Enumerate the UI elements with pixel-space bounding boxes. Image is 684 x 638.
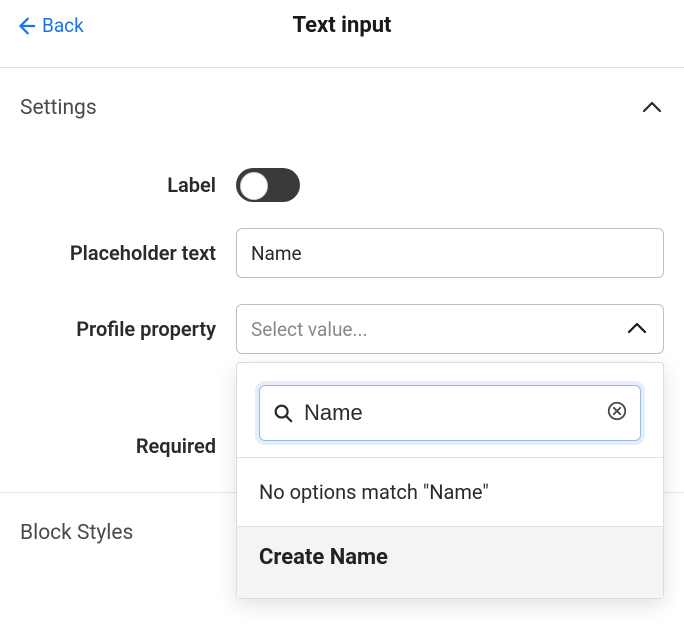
- chevron-up-icon: [625, 317, 649, 341]
- search-icon: [272, 402, 294, 424]
- chevron-up-icon: [640, 96, 664, 120]
- label-toggle[interactable]: [236, 168, 300, 202]
- dropdown-search[interactable]: [259, 385, 641, 441]
- row-label: Label: [20, 168, 664, 202]
- row-profile-property: Profile property Select value...: [20, 304, 664, 354]
- placeholder-value: Name: [251, 242, 302, 265]
- profile-property-select[interactable]: Select value...: [236, 304, 664, 354]
- settings-title: Settings: [20, 96, 97, 120]
- create-option[interactable]: Create Name: [237, 527, 663, 598]
- placeholder-label: Placeholder text: [20, 241, 236, 265]
- no-options-message: No options match "Name": [237, 458, 663, 527]
- label-label: Label: [20, 173, 236, 197]
- page-title: Text input: [293, 13, 392, 38]
- profile-property-label: Profile property: [20, 317, 236, 341]
- header: Back Text input: [0, 0, 684, 68]
- back-label: Back: [42, 14, 84, 37]
- profile-property-placeholder: Select value...: [251, 318, 368, 341]
- profile-property-dropdown: No options match "Name" Create Name: [236, 362, 664, 599]
- required-label: Required: [20, 434, 236, 458]
- settings-section: Settings Label Placeholder text Name Pro…: [0, 68, 684, 493]
- settings-body: Label Placeholder text Name Profile prop…: [0, 168, 684, 492]
- back-button[interactable]: Back: [14, 14, 84, 37]
- dropdown-search-input[interactable]: [304, 400, 596, 426]
- close-circle-icon: [606, 400, 628, 422]
- block-styles-title: Block Styles: [20, 521, 133, 545]
- placeholder-input[interactable]: Name: [236, 228, 664, 278]
- row-placeholder: Placeholder text Name: [20, 228, 664, 278]
- arrow-left-icon: [14, 15, 36, 37]
- clear-search-button[interactable]: [606, 400, 628, 427]
- settings-header[interactable]: Settings: [0, 68, 684, 142]
